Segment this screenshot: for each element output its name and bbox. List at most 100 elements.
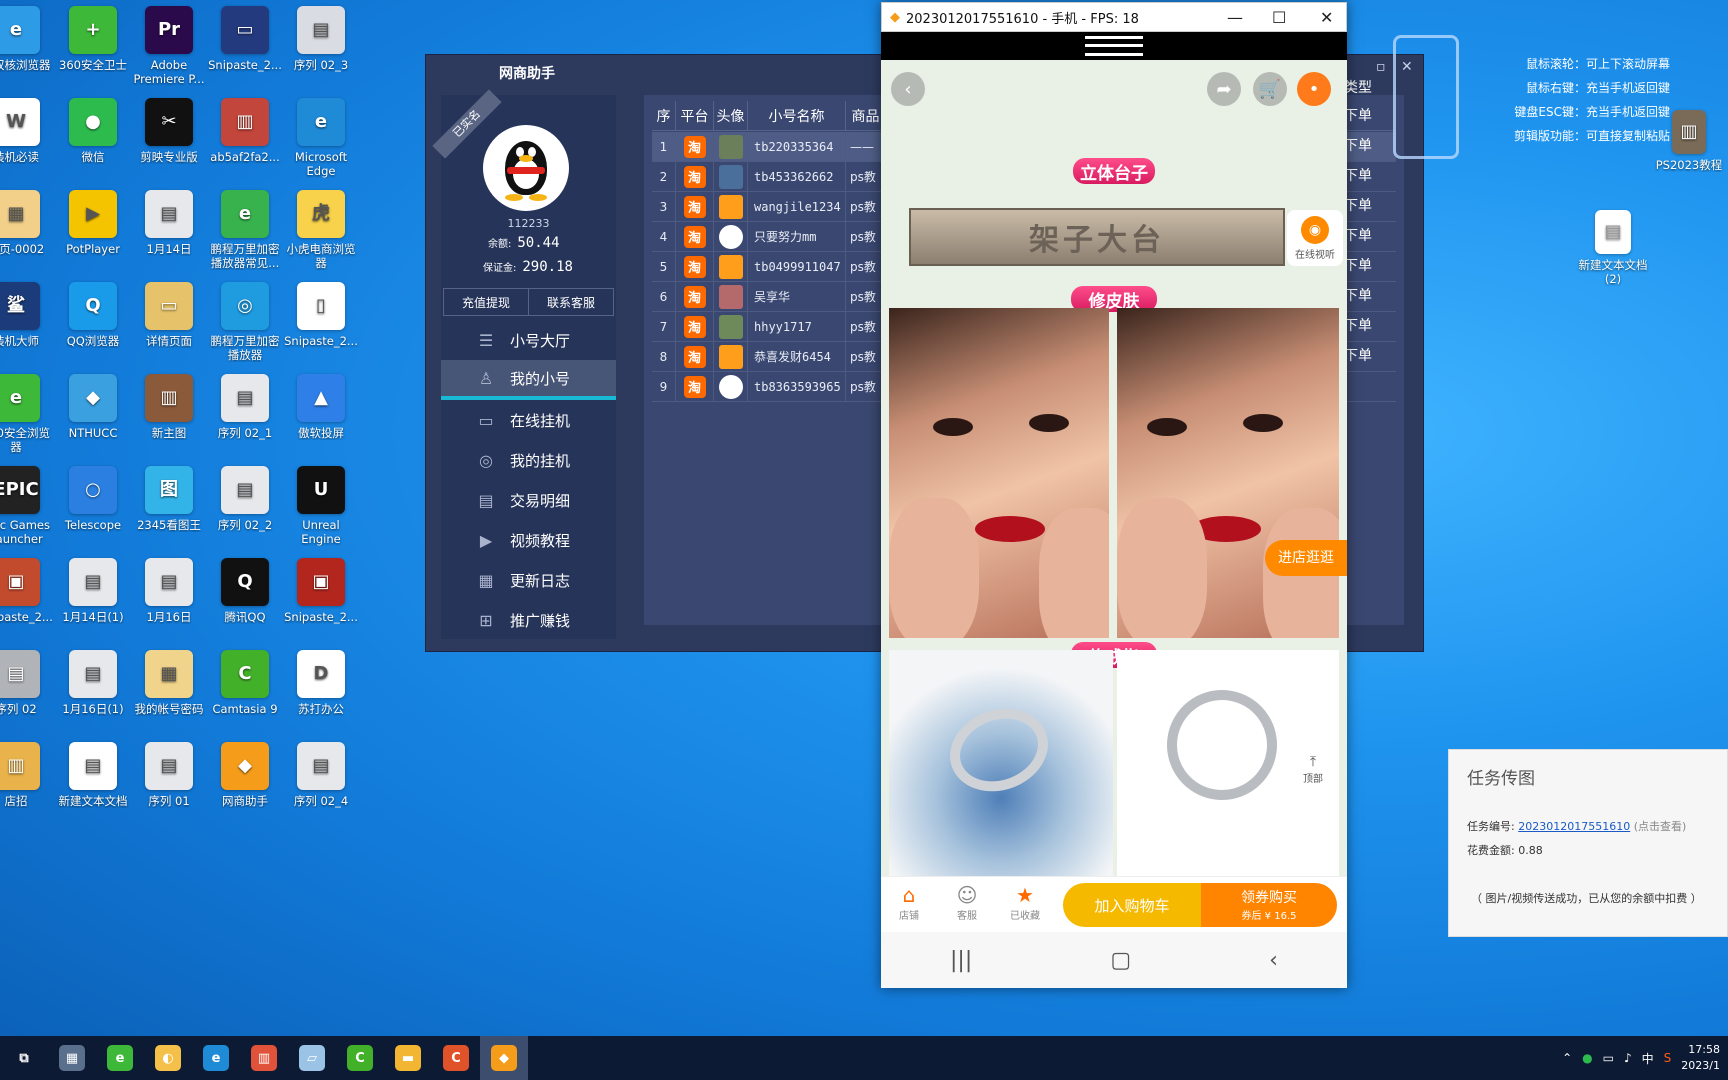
share-icon[interactable]: ➦: [1207, 72, 1241, 106]
desktop-icon[interactable]: Q 腾讯QQ: [207, 558, 283, 624]
desktop-icon[interactable]: ▤ 序列 01: [131, 742, 207, 808]
desktop-icon[interactable]: ▤ 1月14日: [131, 190, 207, 256]
taskbar-app-chrome[interactable]: e: [192, 1036, 240, 1080]
desktop-icon[interactable]: ◆ NTHUCC: [55, 374, 131, 440]
menu-item[interactable]: ☰ 小号大厅: [441, 320, 616, 360]
desktop-icon[interactable]: ▭ Snipaste_2...: [207, 6, 283, 72]
desktop-icon[interactable]: ▥ 新主图: [131, 374, 207, 440]
live-float[interactable]: ◉ 在线视听: [1287, 210, 1343, 266]
desktop-icon[interactable]: ▯ Snipaste_2...: [283, 282, 359, 348]
clock[interactable]: 17:58 2023/1: [1681, 1042, 1720, 1074]
service-tab[interactable]: ☺ 客服: [947, 883, 987, 922]
close-icon[interactable]: ✕: [1320, 8, 1333, 27]
desktop-icon[interactable]: e 智双核浏览器: [0, 6, 54, 72]
recharge-button[interactable]: 充值提现: [444, 289, 528, 315]
desktop-icon-new-text[interactable]: ▤ 新建文本文档 (2): [1575, 210, 1651, 286]
desktop-icon[interactable]: ✂ 剪映专业版: [131, 98, 207, 164]
task-no-link[interactable]: 2023012017551610: [1518, 820, 1630, 833]
menu-item[interactable]: ♙ 我的小号: [441, 360, 616, 400]
desktop-icon[interactable]: ▦ 首页-0002: [0, 190, 54, 256]
sogou-icon[interactable]: S: [1664, 1051, 1672, 1065]
desktop-icon[interactable]: ○ Telescope: [55, 466, 131, 532]
chevron-up-icon[interactable]: ⌃: [1562, 1051, 1572, 1065]
favorite-tab[interactable]: ★ 已收藏: [1005, 883, 1045, 922]
desktop-icon[interactable]: ▤ 1月14日(1): [55, 558, 131, 624]
desktop-icon[interactable]: ▤ 1月16日: [131, 558, 207, 624]
desktop-icon[interactable]: 虎小虎电商浏览器: [283, 190, 359, 270]
phone-menu-bar[interactable]: [881, 32, 1347, 60]
desktop-icon[interactable]: ▤ 序列 02_2: [207, 466, 283, 532]
menu-item[interactable]: ▶ 视频教程: [441, 520, 616, 560]
taskbar-app-explorer[interactable]: ▬: [384, 1036, 432, 1080]
desktop-icon[interactable]: ▤ 序列 02_1: [207, 374, 283, 440]
desktop-icon[interactable]: C Camtasia 9: [207, 650, 283, 716]
hamburger-icon[interactable]: [1085, 36, 1143, 56]
desktop-icon[interactable]: e 鹏程万里加密播放器常见...: [207, 190, 283, 270]
contact-service-button[interactable]: 联系客服: [528, 289, 613, 315]
cart-icon[interactable]: 🛒: [1253, 72, 1287, 106]
taskbar-app-notepad[interactable]: ▱: [288, 1036, 336, 1080]
desktop-icon[interactable]: W 装机必读: [0, 98, 54, 164]
desktop-icon[interactable]: ▶ PotPlayer: [55, 190, 131, 256]
desktop-icon[interactable]: ▥ ab5af2fa2...: [207, 98, 283, 164]
desktop-icon[interactable]: ◆ 网商助手: [207, 742, 283, 808]
desktop-icon[interactable]: ▤ 序列 02: [0, 650, 54, 716]
desktop-icon[interactable]: ▣ Snipaste_2...: [283, 558, 359, 624]
minimize-icon[interactable]: —: [1227, 8, 1243, 27]
add-to-cart-button[interactable]: 加入购物车: [1063, 883, 1201, 927]
volume-icon[interactable]: ♪: [1624, 1051, 1632, 1065]
desktop-icon[interactable]: ◎ 鹏程万里加密播放器: [207, 282, 283, 362]
column-header[interactable]: 商品: [846, 101, 886, 130]
column-header[interactable]: 头像: [714, 101, 748, 130]
wechat-tray-icon[interactable]: ●: [1582, 1051, 1592, 1065]
taskbar-app-wangshang[interactable]: ◆: [480, 1036, 528, 1080]
desktop-icon[interactable]: ▣ Snipaste_2...: [0, 558, 54, 624]
column-header[interactable]: 平台: [676, 101, 714, 130]
taskbar-app-paint[interactable]: ◐: [144, 1036, 192, 1080]
taskbar-app-task-view[interactable]: ⧉: [0, 1036, 48, 1080]
taskbar-app-camtasia-red[interactable]: C: [432, 1036, 480, 1080]
column-header[interactable]: 小号名称: [748, 101, 846, 130]
ime-indicator[interactable]: 中: [1642, 1050, 1654, 1067]
menu-item[interactable]: ▦ 更新日志: [441, 560, 616, 600]
maximize-icon[interactable]: ☐: [1272, 8, 1286, 27]
desktop-icon[interactable]: ▤ 序列 02_4: [283, 742, 359, 808]
back-nav-icon[interactable]: ‹: [1269, 948, 1278, 973]
desktop-icon[interactable]: ▤ 1月16日(1): [55, 650, 131, 716]
desktop-icon[interactable]: ▦ 我的帐号密码: [131, 650, 207, 716]
desktop-icon[interactable]: ▤ 新建文本文档: [55, 742, 131, 808]
desktop-icon[interactable]: e 360安全浏览器: [0, 374, 54, 454]
desktop-icon[interactable]: 图 2345看图王: [131, 466, 207, 532]
desktop-icon[interactable]: Q QQ浏览器: [55, 282, 131, 348]
network-icon[interactable]: ▭: [1603, 1051, 1614, 1065]
menu-item[interactable]: ⊞ 推广赚钱: [441, 600, 616, 640]
back-to-top-button[interactable]: ⤒ 顶部: [1291, 750, 1335, 794]
coupon-buy-button[interactable]: 领券购买 券后 ¥ 16.5: [1201, 883, 1337, 927]
desktop-icon[interactable]: ● 微信: [55, 98, 131, 164]
enter-store-button[interactable]: 进店逛逛: [1265, 540, 1347, 576]
menu-item[interactable]: ▭ 在线挂机: [441, 400, 616, 440]
avatar[interactable]: [483, 125, 569, 211]
phone-screen[interactable]: ‹ ➦ 🛒 • 立体台子 架子大台 ◉ 在线视听 修皮肤 进店逛逛 修戒指 ⤒ …: [881, 60, 1347, 876]
desktop-icon[interactable]: ▤ 序列 02_3: [283, 6, 359, 72]
taskbar-app-360-browser[interactable]: e: [96, 1036, 144, 1080]
desktop-icon[interactable]: U Unreal Engine: [283, 466, 359, 546]
recents-icon[interactable]: |||: [950, 948, 972, 973]
desktop-icon[interactable]: e Microsoft Edge: [283, 98, 359, 178]
desktop-icon[interactable]: Pr Adobe Premiere P...: [131, 6, 207, 86]
column-header[interactable]: 序: [652, 101, 676, 130]
desktop-icon[interactable]: ▭ 详情页面: [131, 282, 207, 348]
more-icon[interactable]: •: [1297, 72, 1331, 106]
desktop-icon[interactable]: 鲨装机大师: [0, 282, 54, 348]
taskbar-app-photo[interactable]: ▥: [240, 1036, 288, 1080]
taskbar-app-camtasia[interactable]: C: [336, 1036, 384, 1080]
minimize-button[interactable]: ▫: [1376, 59, 1386, 75]
menu-item[interactable]: ▤ 交易明细: [441, 480, 616, 520]
menu-item[interactable]: ◎ 我的挂机: [441, 440, 616, 480]
desktop-icon[interactable]: ▥ 店招: [0, 742, 54, 808]
desktop-icon[interactable]: D 苏打办公: [283, 650, 359, 716]
desktop-icon[interactable]: +360安全卫士: [55, 6, 131, 72]
back-icon[interactable]: ‹: [891, 72, 925, 106]
taskbar-app-calculator[interactable]: ▦: [48, 1036, 96, 1080]
shop-tab[interactable]: ⌂ 店铺: [889, 883, 929, 922]
